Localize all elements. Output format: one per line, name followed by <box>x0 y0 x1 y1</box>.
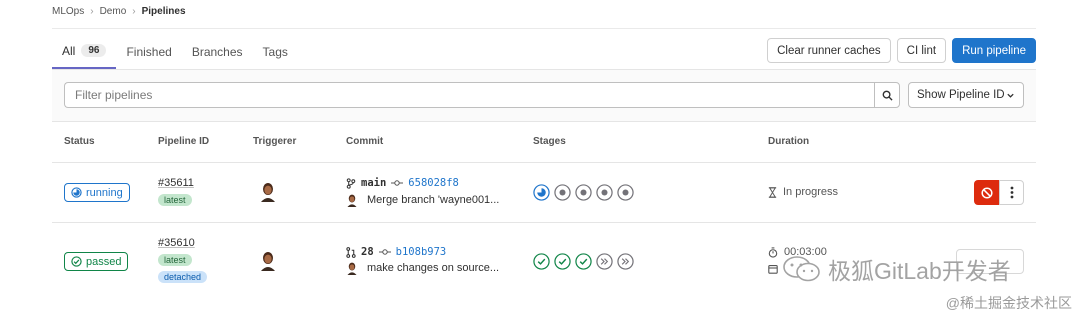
watermark-sub: @稀土掘金技术社区 <box>945 295 1072 311</box>
ci-lint-button[interactable]: CI lint <box>896 38 947 63</box>
tab-tags[interactable]: Tags <box>253 34 298 69</box>
header-duration: Duration <box>768 136 810 147</box>
search-icon <box>882 90 893 101</box>
tab-branches[interactable]: Branches <box>182 34 253 69</box>
filter-search-button[interactable] <box>874 82 900 108</box>
status-passed-label: passed <box>86 255 122 268</box>
stage-passed-icon[interactable] <box>533 253 550 270</box>
hourglass-icon <box>768 186 777 198</box>
show-pipeline-id-label: Show Pipeline ID <box>917 89 1005 101</box>
merge-request-ref[interactable]: 28 <box>361 246 374 258</box>
breadcrumb-mlops[interactable]: MLOps <box>52 6 84 17</box>
chevron-down-icon <box>1007 93 1014 98</box>
top-actions: Clear runner caches CI lint Run pipeline <box>767 38 1036 63</box>
status-badge-passed[interactable]: passed <box>64 252 129 271</box>
chevron-right-icon: › <box>132 6 136 17</box>
header-triggerer: Triggerer <box>253 136 297 147</box>
tab-all-label: All <box>62 43 76 58</box>
commit-message[interactable]: make changes on source... <box>367 262 499 274</box>
tag-detached: detached <box>158 271 208 283</box>
chevron-right-icon: › <box>90 6 94 17</box>
duration-text: In progress <box>783 186 839 198</box>
breadcrumb-demo[interactable]: Demo <box>100 6 127 17</box>
commit-icon <box>391 180 404 186</box>
triggerer-avatar[interactable] <box>259 251 277 271</box>
stage-running-icon[interactable] <box>533 184 550 201</box>
stage-created-icon[interactable] <box>596 184 613 201</box>
triggerer-avatar[interactable] <box>259 182 277 202</box>
stage-created-icon[interactable] <box>617 184 634 201</box>
breadcrumb: MLOps › Demo › Pipelines <box>52 6 186 17</box>
breadcrumb-divider <box>52 28 1036 29</box>
commit-author-avatar[interactable] <box>346 194 358 207</box>
tag-latest: latest <box>158 194 192 206</box>
stage-list <box>533 253 634 270</box>
watermark-text: 极狐GitLab开发者 <box>828 258 1011 284</box>
more-actions-button[interactable] <box>999 180 1024 205</box>
tab-branches-label: Branches <box>191 44 243 59</box>
filter-bar: Filter pipelines Show Pipeline ID <box>52 70 1036 122</box>
stage-passed-icon[interactable] <box>554 253 571 270</box>
commit-message[interactable]: Merge branch 'wayne001... <box>367 194 499 206</box>
filter-pipelines-input[interactable]: Filter pipelines <box>64 82 874 108</box>
merge-request-icon <box>346 246 356 258</box>
tab-tags-label: Tags <box>262 44 288 59</box>
clear-runner-caches-button[interactable]: Clear runner caches <box>767 38 891 63</box>
wechat-icon <box>783 256 820 282</box>
timer-icon <box>768 246 778 258</box>
stage-list <box>533 184 634 201</box>
commit-author-avatar[interactable] <box>346 262 358 275</box>
pipeline-tabs: All 96 Finished Branches Tags <box>52 34 298 69</box>
status-running-icon <box>71 187 82 198</box>
run-pipeline-button[interactable]: Run pipeline <box>952 38 1036 63</box>
show-pipeline-id-dropdown[interactable]: Show Pipeline ID <box>908 82 1024 108</box>
status-running-label: running <box>86 186 123 199</box>
tab-all[interactable]: All 96 <box>52 34 117 69</box>
row-divider <box>52 222 1036 223</box>
duration-in-progress: In progress <box>768 186 838 198</box>
ellipsis-v-icon <box>1010 186 1013 199</box>
pipeline-id-link[interactable]: #35611 <box>158 177 194 189</box>
tag-latest: latest <box>158 254 192 266</box>
tab-all-count: 96 <box>81 44 107 57</box>
commit-ref[interactable]: main <box>361 177 386 189</box>
header-pipeline-id: Pipeline ID <box>158 136 210 147</box>
commit-ref-line: main 658028f8 <box>346 177 459 189</box>
status-passed-icon <box>71 256 82 267</box>
breadcrumb-pipelines[interactable]: Pipelines <box>142 6 186 17</box>
stage-created-icon[interactable] <box>554 184 571 201</box>
cancel-pipeline-button[interactable] <box>974 180 999 205</box>
commit-sha[interactable]: b108b973 <box>396 246 447 258</box>
header-stages: Stages <box>533 136 566 147</box>
header-commit: Commit <box>346 136 384 147</box>
stage-created-icon[interactable] <box>575 184 592 201</box>
header-status: Status <box>64 136 95 147</box>
table-header-divider <box>52 162 1036 163</box>
stage-skipped-icon[interactable] <box>596 253 613 270</box>
calendar-icon <box>768 265 778 274</box>
commit-sha[interactable]: 658028f8 <box>408 177 459 189</box>
branch-icon <box>346 177 356 189</box>
watermark: 极狐GitLab开发者 <box>782 252 1011 286</box>
tab-finished[interactable]: Finished <box>116 34 181 69</box>
commit-ref-line: 28 b108b973 <box>346 246 446 258</box>
stage-skipped-icon[interactable] <box>617 253 634 270</box>
pipeline-id-link[interactable]: #35610 <box>158 237 195 249</box>
stage-passed-icon[interactable] <box>575 253 592 270</box>
status-badge-running[interactable]: running <box>64 183 130 202</box>
tab-finished-label: Finished <box>126 44 172 59</box>
cancel-icon <box>980 186 993 199</box>
commit-icon <box>378 249 391 255</box>
